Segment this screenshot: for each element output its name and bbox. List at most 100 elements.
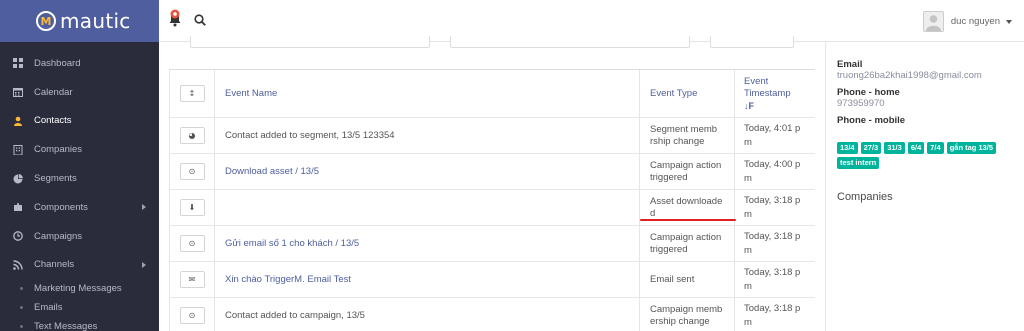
event-type-line: d (650, 207, 656, 219)
sidebar-subitem-label: Marketing Messages (34, 283, 122, 295)
clock-icon (13, 231, 23, 242)
table-row: ✉ Xin chào TriggerM. Email Test Email sent… (169, 262, 815, 298)
timestamp-line: Today, 3:18 p (744, 267, 801, 278)
rss-icon (13, 260, 23, 270)
sidebar-item-channels[interactable]: Channels (0, 251, 159, 280)
sidebar-subitem-marketing-messages[interactable]: Marketing Messages (0, 279, 159, 298)
search-icon[interactable] (194, 14, 206, 26)
tag[interactable]: 27/3 (860, 142, 882, 154)
event-type-line: ership change (650, 315, 710, 327)
row-expand-button[interactable]: ✉ (179, 271, 205, 288)
event-name[interactable]: Gửi email số 1 cho khách / 13/5 (215, 226, 640, 261)
timestamp-line: Today, 3:18 p (744, 195, 801, 206)
timestamp-line: Today, 3:18 p (744, 231, 801, 242)
row-expand-button[interactable]: ⬇ (179, 199, 205, 216)
user-menu[interactable]: duc nguyen (922, 11, 1012, 32)
sidebar-item-label: Companies (34, 144, 83, 156)
event-name[interactable]: Xin chào TriggerM. Email Test (215, 262, 640, 297)
row-toggle-cell: ✉ (169, 262, 215, 297)
sidebar: M mautic Dashboard Calendar Contacts Com… (0, 0, 159, 331)
clock-icon: ⊙ (188, 239, 196, 248)
email-label: Email (837, 59, 863, 70)
pie-chart-icon (13, 173, 23, 184)
row-expand-button[interactable]: ⊙ (179, 235, 205, 252)
header-toggle-cell: ↕ (169, 70, 215, 117)
timestamp-line: Today, 3:18 p (744, 303, 801, 314)
event-timestamp: Today, 3:18 p m (735, 298, 815, 331)
expand-icon: ↕ (188, 89, 196, 98)
event-type-line: triggered (650, 243, 688, 255)
header-event-timestamp[interactable]: Event Timestamp ↓F (735, 70, 815, 117)
filter-apply[interactable] (710, 36, 794, 48)
events-table: ↕ Event Name Event Type Event Timestamp … (169, 69, 815, 331)
envelope-icon: ✉ (188, 275, 196, 284)
logo[interactable]: M mautic (0, 0, 159, 42)
sidebar-item-components[interactable]: Components (0, 193, 159, 222)
header-event-name[interactable]: Event Name (215, 70, 640, 117)
pie-chart-icon: ◕ (188, 131, 196, 140)
tag[interactable]: gắn tag 13/5 (946, 142, 997, 154)
sidebar-item-label: Dashboard (34, 57, 81, 69)
companies-heading: Companies (837, 191, 893, 203)
event-type: Campaign action triggered (640, 154, 735, 189)
sidebar-item-label: Channels (34, 259, 75, 271)
expand-all-button[interactable]: ↕ (179, 85, 205, 102)
filter-select[interactable] (450, 36, 690, 48)
event-name (215, 190, 640, 225)
mautic-logo-icon: M (36, 11, 56, 31)
event-type-line: Campaign action (650, 159, 722, 171)
table-body: ◕ Contact added to segment, 13/5 123354 Se… (169, 118, 815, 331)
notification-bell-icon[interactable] (168, 9, 182, 27)
sidebar-item-contacts[interactable]: Contacts (0, 107, 159, 136)
user-name: duc nguyen (950, 16, 1000, 27)
event-name[interactable]: Contact added to segment, 13/5 123354 (215, 118, 640, 153)
timestamp-line: m (744, 316, 752, 328)
tag[interactable]: 7/4 (927, 142, 944, 154)
header-event-type[interactable]: Event Type (640, 70, 735, 117)
sidebar-item-calendar[interactable]: Calendar (0, 78, 159, 107)
main-content: ↕ Event Name Event Type Event Timestamp … (159, 36, 825, 331)
sidebar-item-companies[interactable]: Companies (0, 135, 159, 164)
sort-desc-icon[interactable]: ↓F (744, 100, 754, 112)
bullet-icon (20, 306, 23, 310)
timestamp-line: Today, 4:01 p (744, 123, 801, 134)
building-icon (13, 144, 23, 155)
event-type-line: Campaign action (650, 231, 722, 243)
row-expand-button[interactable]: ⊙ (179, 163, 205, 180)
avatar (922, 11, 944, 32)
dashboard-icon (13, 58, 23, 69)
sidebar-subitem-text-messages[interactable]: Text Messages (0, 317, 159, 331)
timestamp-line: m (744, 136, 752, 148)
tag[interactable]: 6/4 (907, 142, 925, 154)
sidebar-item-dashboard[interactable]: Dashboard (0, 49, 159, 78)
chevron-right-icon (142, 261, 146, 268)
tag[interactable]: 31/3 (884, 142, 905, 154)
event-name[interactable]: Contact added to campaign, 13/5 (215, 298, 640, 331)
sidebar-subitem-emails[interactable]: Emails (0, 298, 159, 317)
event-timestamp: Today, 3:18 p m (735, 190, 815, 225)
event-type-line: rship change (650, 135, 705, 147)
table-row: ⊙ Gửi email số 1 cho khách / 13/5 Campaign… (169, 226, 815, 262)
timestamp-line: Today, 4:00 p (744, 159, 801, 170)
row-expand-button[interactable]: ⊙ (179, 307, 205, 324)
logo-text: mautic (60, 9, 131, 33)
row-toggle-cell: ⊙ (169, 154, 215, 189)
row-toggle-cell: ⬇ (169, 190, 215, 225)
tag[interactable]: 13/4 (837, 142, 858, 154)
event-type: Email sent (640, 262, 735, 297)
clock-icon: ⊙ (188, 311, 196, 320)
table-header: ↕ Event Name Event Type Event Timestamp … (169, 70, 815, 118)
event-type: Campaign action triggered (640, 226, 735, 261)
row-expand-button[interactable]: ◕ (179, 127, 205, 144)
filter-input[interactable] (190, 36, 430, 48)
bullet-icon (20, 325, 23, 329)
sidebar-item-campaigns[interactable]: Campaigns (0, 222, 159, 251)
event-type-line: Asset downloade (650, 195, 723, 207)
event-name[interactable]: Download asset / 13/5 (215, 154, 640, 189)
sidebar-item-segments[interactable]: Segments (0, 164, 159, 193)
phone-mobile-label: Phone - mobile (837, 115, 906, 126)
phone-home-label: Phone - home (837, 87, 900, 98)
annotation-underline (640, 219, 736, 221)
sidebar-item-label: Segments (34, 173, 77, 185)
tag[interactable]: test intern (837, 157, 880, 169)
